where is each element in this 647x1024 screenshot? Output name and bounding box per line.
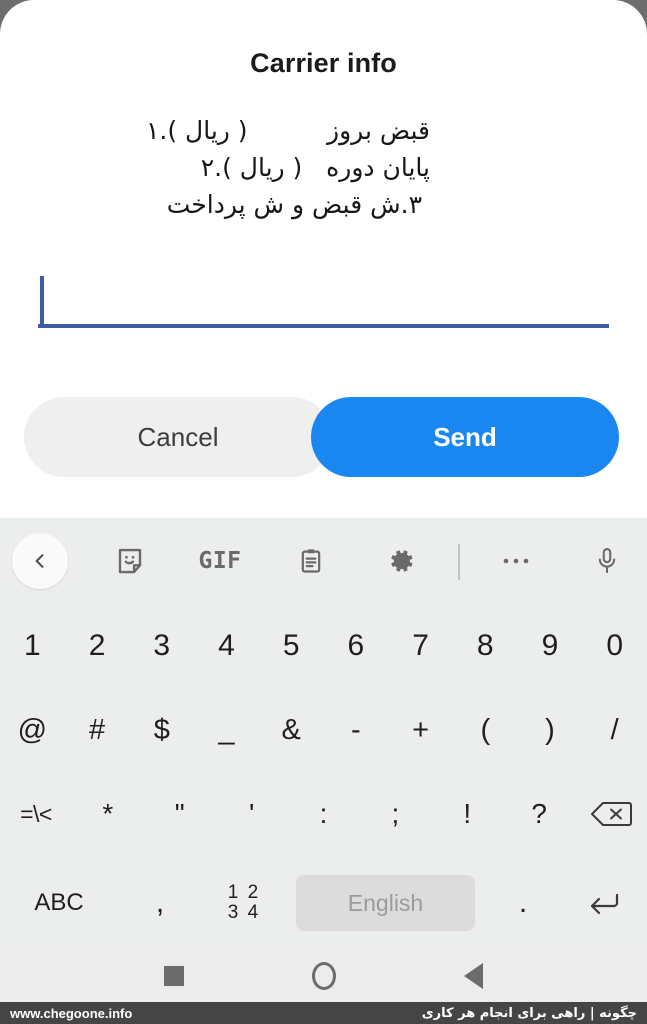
key-symbol-toggle[interactable]: =\< (0, 772, 72, 856)
phone-screen: Carrier info قبض بروز ( ریال ).۱ پایان د… (0, 0, 647, 1024)
key-asterisk[interactable]: * (72, 772, 144, 856)
clipboard-icon[interactable] (281, 518, 341, 604)
keyboard-row-numbers: 1 2 3 4 5 6 7 8 9 0 (0, 604, 647, 688)
key-abc-toggle[interactable]: ABC (0, 889, 118, 917)
sticker-icon[interactable] (100, 518, 160, 604)
key-1[interactable]: 1 (0, 604, 65, 688)
watermark-url: www.chegoone.info (10, 1005, 133, 1021)
key-spacebar[interactable]: English (296, 875, 475, 931)
triangle-back-icon (464, 963, 483, 989)
key-plus[interactable]: + (388, 688, 453, 772)
on-screen-keyboard: GIF 1 2 3 4 5 6 7 8 9 0 @ # $ _ & - + (… (0, 518, 647, 950)
numpad-top-row: 1 2 (227, 882, 261, 904)
key-quote-single[interactable]: ' (216, 772, 288, 856)
key-hyphen[interactable]: - (324, 688, 389, 772)
page-title: Carrier info (250, 48, 397, 78)
carrier-message: قبض بروز ( ریال ).۱ پایان دوره ( ریال ).… (0, 112, 430, 223)
microphone-icon[interactable] (578, 518, 636, 604)
message-line-2: پایان دوره ( ریال ).۲ (200, 153, 430, 182)
key-5[interactable]: 5 (259, 604, 324, 688)
send-button[interactable]: Send (311, 397, 619, 477)
key-9[interactable]: 9 (518, 604, 583, 688)
numpad-bottom-row: 3 4 (227, 902, 261, 923)
key-3[interactable]: 3 (129, 604, 194, 688)
enter-icon[interactable] (561, 888, 647, 918)
key-period[interactable]: . (485, 886, 561, 920)
dialog-actions: Cancel Send (0, 397, 647, 477)
key-underscore[interactable]: _ (194, 688, 259, 772)
back-icon[interactable] (12, 533, 68, 589)
circle-icon (311, 962, 336, 990)
key-8[interactable]: 8 (453, 604, 518, 688)
key-quote-double[interactable]: " (144, 772, 216, 856)
watermark-tagline: چگونه | راهی برای انجام هر کاری (421, 1005, 637, 1021)
key-paren-close[interactable]: ) (518, 688, 583, 772)
key-numpad-toggle[interactable]: 1 2 3 4 (202, 883, 286, 923)
android-navigation-bar (0, 950, 647, 1002)
keyboard-row-third: =\< * " ' : ; ! ? (0, 772, 647, 856)
key-7[interactable]: 7 (388, 604, 453, 688)
input-underline (38, 324, 609, 328)
key-paren-open[interactable]: ( (453, 688, 518, 772)
gear-icon[interactable] (372, 518, 432, 604)
key-0[interactable]: 0 (582, 604, 647, 688)
toolbar-divider (458, 544, 460, 580)
more-icon[interactable] (486, 518, 546, 604)
key-2[interactable]: 2 (65, 604, 130, 688)
key-slash[interactable]: / (582, 688, 647, 772)
back-button[interactable] (399, 963, 549, 989)
key-comma[interactable]: , (118, 886, 202, 920)
keyboard-row-bottom: ABC , 1 2 3 4 English . (0, 856, 647, 950)
key-exclamation[interactable]: ! (431, 772, 503, 856)
backspace-icon[interactable] (575, 772, 647, 856)
key-semicolon[interactable]: ; (359, 772, 431, 856)
key-at[interactable]: @ (0, 688, 65, 772)
keyboard-toolbar: GIF (0, 518, 647, 604)
recents-button[interactable] (99, 966, 249, 986)
key-ampersand[interactable]: & (259, 688, 324, 772)
key-4[interactable]: 4 (194, 604, 259, 688)
message-line-3: ۳.ش قبض و ش پرداخت (166, 190, 422, 219)
key-question[interactable]: ? (503, 772, 575, 856)
keyboard-row-symbols: @ # $ _ & - + ( ) / (0, 688, 647, 772)
home-button[interactable] (249, 962, 399, 990)
dialog-surface: Carrier info قبض بروز ( ریال ).۱ پایان د… (0, 0, 647, 518)
watermark-bar: www.chegoone.info چگونه | راهی برای انجا… (0, 1002, 647, 1024)
key-colon[interactable]: : (288, 772, 360, 856)
square-icon (163, 966, 184, 986)
message-line-1: قبض بروز ( ریال ).۱ (145, 116, 430, 145)
key-dollar[interactable]: $ (129, 688, 194, 772)
reply-input[interactable] (38, 272, 609, 328)
key-hash[interactable]: # (65, 688, 130, 772)
keyboard-key-rows: 1 2 3 4 5 6 7 8 9 0 @ # $ _ & - + ( ) / … (0, 604, 647, 950)
key-6[interactable]: 6 (324, 604, 389, 688)
gif-icon[interactable]: GIF (188, 518, 252, 604)
cancel-button[interactable]: Cancel (24, 397, 332, 477)
reply-input-wrapper[interactable] (38, 272, 609, 328)
